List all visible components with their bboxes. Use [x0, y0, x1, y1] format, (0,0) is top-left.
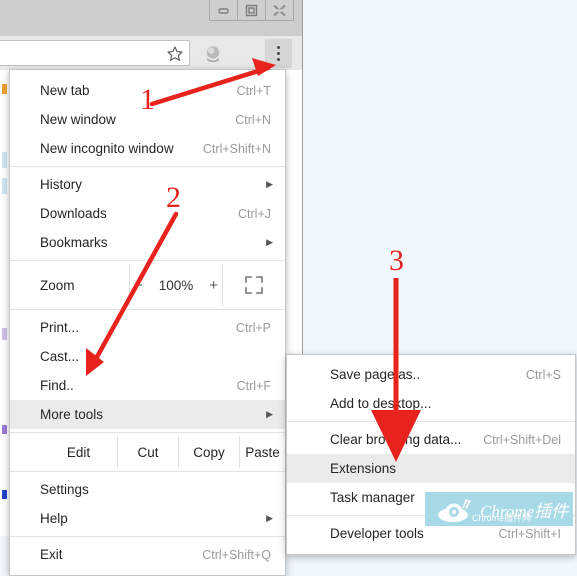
menu-item-label: Exit	[40, 547, 63, 562]
chrome-main-menu: New tab Ctrl+T New window Ctrl+N New inc…	[9, 69, 286, 576]
page-sliver-mark	[2, 328, 7, 340]
menu-item-more-tools[interactable]: More tools ▶	[10, 400, 285, 429]
menu-item-downloads[interactable]: Downloads Ctrl+J	[10, 199, 285, 228]
menu-item-exit[interactable]: Exit Ctrl+Shift+Q	[10, 540, 285, 569]
submenu-item-label: Add to desktop...	[330, 396, 432, 411]
menu-dot	[277, 46, 280, 49]
watermark: Chrome插件 Chrome插件网	[425, 492, 573, 526]
menu-separator	[10, 471, 285, 472]
zoom-in-button[interactable]: +	[209, 277, 218, 294]
close-icon	[273, 4, 286, 16]
submenu-item-clear-browsing-data[interactable]: Clear browsing data... Ctrl+Shift+Del	[287, 425, 575, 454]
submenu-item-accel: Ctrl+S	[525, 367, 561, 382]
watermark-subtitle: Chrome插件网	[472, 513, 532, 523]
chevron-right-icon: ▶	[266, 237, 273, 247]
page-sliver-mark	[2, 178, 7, 194]
profile-avatar-icon[interactable]	[203, 44, 223, 64]
menu-item-label: Cast...	[40, 349, 80, 364]
page-sliver-mark	[2, 152, 7, 168]
menu-separator	[10, 166, 285, 167]
page-sliver-mark	[2, 490, 7, 499]
menu-item-print[interactable]: Print... Ctrl+P	[10, 313, 285, 342]
menu-separator	[10, 260, 285, 261]
menu-item-accel: Ctrl+P	[235, 320, 271, 335]
minimize-icon	[218, 7, 229, 14]
menu-item-settings[interactable]: Settings	[10, 475, 285, 504]
submenu-item-label: Save page as..	[330, 367, 421, 382]
menu-item-accel: Ctrl+F	[236, 378, 271, 393]
three-dot-menu-button[interactable]	[265, 39, 292, 68]
menu-separator	[10, 536, 285, 537]
submenu-item-accel: Ctrl+Shift+I	[498, 526, 561, 541]
menu-dot	[277, 58, 280, 61]
maximize-icon	[245, 4, 258, 16]
submenu-item-extensions[interactable]: Extensions	[287, 454, 575, 483]
menu-item-label: Bookmarks	[40, 235, 108, 250]
snail-icon	[438, 499, 471, 522]
menu-item-accel: Ctrl+Shift+Q	[202, 547, 271, 562]
zoom-label: Zoom	[10, 264, 130, 306]
annotation-number-2: 2	[166, 181, 181, 214]
menu-item-accel: Ctrl+N	[235, 112, 271, 127]
zoom-controls: − 100% +	[130, 264, 223, 306]
annotation-number-1: 1	[140, 83, 155, 116]
submenu-item-label: Clear browsing data...	[330, 432, 462, 447]
submenu-item-label: Task manager	[330, 490, 415, 505]
menu-item-accel: Ctrl+Shift+N	[202, 141, 271, 156]
chevron-right-icon: ▶	[266, 179, 273, 189]
edit-cut-button[interactable]: Cut	[118, 436, 179, 468]
edit-paste-button[interactable]: Paste	[240, 436, 285, 468]
zoom-level-value: 100%	[158, 277, 194, 293]
menu-item-new-incognito-window[interactable]: New incognito window Ctrl+Shift+N	[10, 134, 285, 163]
menu-item-label: History	[40, 177, 83, 192]
address-bar[interactable]	[0, 40, 190, 66]
menu-item-label: New window	[40, 112, 116, 127]
title-bar	[0, 0, 303, 36]
fullscreen-button[interactable]	[223, 264, 285, 306]
menu-item-find[interactable]: Find.. Ctrl+F	[10, 371, 285, 400]
annotation-number-3: 3	[389, 244, 404, 277]
menu-zoom-row: Zoom − 100% +	[10, 264, 285, 306]
menu-item-label: New tab	[40, 83, 90, 98]
submenu-separator	[287, 421, 575, 422]
menu-item-bookmarks[interactable]: Bookmarks ▶	[10, 228, 285, 257]
menu-edit-row: Edit Cut Copy Paste	[10, 436, 285, 468]
page-sliver-mark	[2, 425, 7, 434]
menu-separator	[10, 309, 285, 310]
zoom-out-button[interactable]: −	[134, 277, 143, 294]
menu-item-label: More tools	[40, 407, 104, 422]
edit-copy-button[interactable]: Copy	[179, 436, 240, 468]
menu-item-label: Help	[40, 511, 68, 526]
chevron-right-icon: ▶	[266, 409, 273, 419]
menu-separator	[10, 432, 285, 433]
minimize-button[interactable]	[209, 0, 238, 21]
edit-label: Edit	[10, 436, 118, 468]
maximize-button[interactable]	[237, 0, 266, 21]
submenu-bottom-pad	[287, 548, 575, 554]
menu-item-help[interactable]: Help ▶	[10, 504, 285, 533]
menu-item-label: Print...	[40, 320, 80, 335]
submenu-item-save-page-as[interactable]: Save page as.. Ctrl+S	[287, 360, 575, 389]
menu-item-label: Settings	[40, 482, 89, 497]
submenu-item-accel: Ctrl+Shift+Del	[483, 432, 561, 447]
bookmark-star-icon[interactable]	[166, 45, 184, 63]
submenu-item-add-to-desktop[interactable]: Add to desktop...	[287, 389, 575, 418]
menu-item-label: Downloads	[40, 206, 107, 221]
menu-item-label: New incognito window	[40, 141, 174, 156]
menu-bottom-pad	[10, 569, 285, 575]
menu-item-accel: Ctrl+T	[236, 83, 271, 98]
page-sliver-mark	[2, 84, 7, 94]
menu-item-label: Find..	[40, 378, 74, 393]
fullscreen-icon	[245, 276, 263, 294]
chevron-right-icon: ▶	[266, 513, 273, 523]
menu-dot	[277, 52, 280, 55]
menu-item-cast[interactable]: Cast...	[10, 342, 285, 371]
menu-item-accel: Ctrl+J	[238, 206, 271, 221]
submenu-item-label: Developer tools	[330, 526, 424, 541]
submenu-item-label: Extensions	[330, 461, 397, 476]
menu-item-history[interactable]: History ▶	[10, 170, 285, 199]
browser-toolbar	[0, 36, 303, 70]
close-button[interactable]	[265, 0, 294, 21]
window-controls	[209, 0, 294, 22]
